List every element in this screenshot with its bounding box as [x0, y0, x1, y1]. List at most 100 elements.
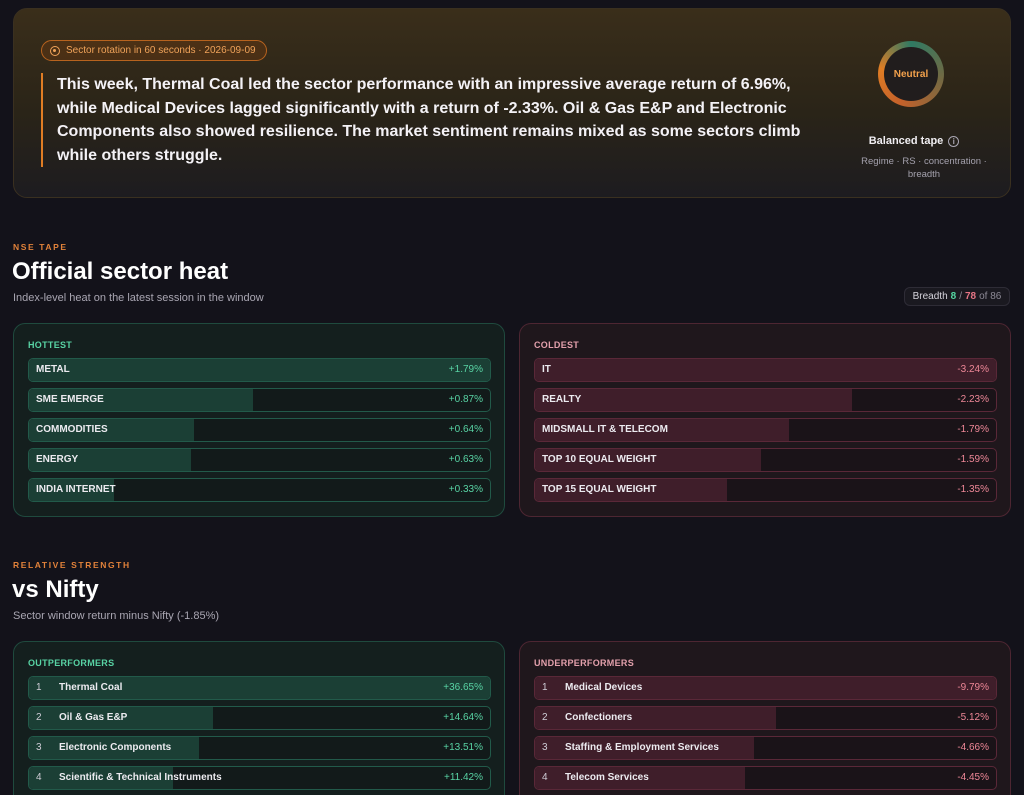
sector-row[interactable]: MIDSMALL IT & TELECOM -1.79% — [534, 418, 997, 442]
sector-row[interactable]: COMMODITIES +0.64% — [28, 418, 491, 442]
gauge-label: Neutral — [884, 47, 938, 101]
sector-name: Oil & Gas E&P — [59, 712, 128, 723]
sector-row[interactable]: 3 Electronic Components +13.51% — [28, 736, 491, 760]
breadth-label: Breadth — [912, 291, 948, 302]
coldest-panel: COLDEST IT -3.24% REALTY -2.23% MIDSMALL IT … — [519, 323, 1011, 517]
sector-return: -4.45% — [957, 772, 989, 783]
sector-row[interactable]: INDIA INTERNET +0.33% — [28, 478, 491, 502]
rank-number: 3 — [542, 742, 548, 753]
sector-return: +0.64% — [448, 424, 483, 435]
sector-return: +1.79% — [448, 364, 483, 375]
rank-number: 4 — [542, 772, 548, 783]
strength-bar — [535, 359, 996, 381]
target-icon — [50, 45, 60, 56]
sector-name: SME EMERGE — [36, 394, 104, 405]
pill-text: Sector rotation in 60 seconds · 2026-09-… — [66, 45, 256, 56]
sector-row[interactable]: 2 Confectioners -5.12% — [534, 706, 997, 730]
hottest-panel: HOTTEST METAL +1.79% SME EMERGE +0.87% COMMO… — [13, 323, 505, 517]
sector-return: -4.66% — [957, 742, 989, 753]
rs-subtitle: Sector window return minus Nifty (-1.85%… — [13, 610, 220, 622]
sector-row[interactable]: 2 Oil & Gas E&P +14.64% — [28, 706, 491, 730]
summary-text: This week, Thermal Coal led the sector p… — [41, 73, 801, 167]
sector-row[interactable]: METAL +1.79% — [28, 358, 491, 382]
tape-title-text: Balanced tape — [868, 135, 944, 147]
sector-rotation-pill[interactable]: Sector rotation in 60 seconds · 2026-09-… — [41, 40, 267, 61]
breadth-sep: / — [959, 291, 962, 302]
tape-subtitle: Regime · RS · concentration · breadth — [861, 156, 987, 180]
heat-subtitle: Index-level heat on the latest session i… — [13, 292, 264, 304]
sector-name: Electronic Components — [59, 742, 172, 753]
sector-return: +0.63% — [448, 454, 483, 465]
sector-return: -1.59% — [957, 454, 989, 465]
sector-return: -9.79% — [957, 682, 989, 693]
sector-name: REALTY — [542, 394, 582, 405]
rank-number: 1 — [36, 682, 42, 693]
breadth-up: 8 — [950, 291, 957, 302]
sector-row[interactable]: 3 Staffing & Employment Services -4.66% — [534, 736, 997, 760]
rank-number: 1 — [542, 682, 548, 693]
sector-name: TOP 10 EQUAL WEIGHT — [542, 454, 657, 465]
sector-name: IT — [542, 364, 551, 375]
sector-return: +36.65% — [443, 682, 483, 693]
heat-eyebrow: NSE TAPE — [13, 242, 68, 252]
hottest-list: METAL +1.79% SME EMERGE +0.87% COMMODITIES +0… — [28, 358, 491, 508]
sector-row[interactable]: TOP 15 EQUAL WEIGHT -1.35% — [534, 478, 997, 502]
sector-row[interactable]: TOP 10 EQUAL WEIGHT -1.59% — [534, 448, 997, 472]
sector-return: -3.24% — [957, 364, 989, 375]
sector-name: Medical Devices — [565, 682, 643, 693]
sector-name: Telecom Services — [565, 772, 649, 783]
sector-row[interactable]: 4 Scientific & Technical Instruments +11.4… — [28, 766, 491, 790]
sector-rotation-summary-card: Sector rotation in 60 seconds · 2026-09-… — [13, 8, 1011, 198]
underperformers-panel: UNDERPERFORMERS 1 Medical Devices -9.79% 2 C… — [519, 641, 1011, 795]
sector-row[interactable]: SME EMERGE +0.87% — [28, 388, 491, 412]
strength-bar — [29, 359, 490, 381]
sector-name: Confectioners — [565, 712, 633, 723]
sector-name: TOP 15 EQUAL WEIGHT — [542, 484, 657, 495]
sector-name: METAL — [36, 364, 70, 375]
sector-name: INDIA INTERNET — [36, 484, 116, 495]
underperformers-label: UNDERPERFORMERS — [534, 658, 635, 668]
outperformers-label: OUTPERFORMERS — [28, 658, 115, 668]
sector-name: Thermal Coal — [59, 682, 123, 693]
hottest-label: HOTTEST — [28, 340, 73, 350]
sector-name: Staffing & Employment Services — [565, 742, 719, 753]
sector-return: +14.64% — [443, 712, 483, 723]
rank-number: 4 — [36, 772, 42, 783]
sector-return: -1.79% — [957, 424, 989, 435]
rank-number: 2 — [542, 712, 548, 723]
strength-bar — [535, 389, 853, 411]
sector-return: +0.33% — [448, 484, 483, 495]
sector-name: MIDSMALL IT & TELECOM — [542, 424, 668, 435]
sector-return: -5.12% — [957, 712, 989, 723]
sector-row[interactable]: REALTY -2.23% — [534, 388, 997, 412]
sentiment-gauge: Neutral — [878, 41, 944, 107]
sector-return: +11.42% — [443, 772, 483, 783]
rs-title: vs Nifty — [12, 576, 99, 603]
sector-return: -1.35% — [957, 484, 989, 495]
sector-name: Scientific & Technical Instruments — [59, 772, 222, 783]
tape-title: Balanced tape i — [834, 135, 994, 147]
sector-name: ENERGY — [36, 454, 79, 465]
outperformers-panel: OUTPERFORMERS 1 Thermal Coal +36.65% 2 Oil &… — [13, 641, 505, 795]
heat-title: Official sector heat — [12, 258, 229, 285]
coldest-list: IT -3.24% REALTY -2.23% MIDSMALL IT & TELECO… — [534, 358, 997, 508]
sector-row[interactable]: IT -3.24% — [534, 358, 997, 382]
outperformers-list: 1 Thermal Coal +36.65% 2 Oil & Gas E&P +14.64… — [28, 676, 491, 795]
sector-row[interactable]: 4 Telecom Services -4.45% — [534, 766, 997, 790]
sector-row[interactable]: ENERGY +0.63% — [28, 448, 491, 472]
rank-number: 3 — [36, 742, 42, 753]
coldest-label: COLDEST — [534, 340, 580, 350]
sector-return: +13.51% — [443, 742, 483, 753]
rank-number: 2 — [36, 712, 42, 723]
breadth-total: of 86 — [979, 291, 1002, 302]
sector-name: COMMODITIES — [36, 424, 108, 435]
underperformers-list: 1 Medical Devices -9.79% 2 Confectioners -5.1… — [534, 676, 997, 795]
breadth-badge: Breadth 8 / 78 of 86 — [904, 287, 1010, 306]
sector-return: -2.23% — [957, 394, 989, 405]
rs-eyebrow: RELATIVE STRENGTH — [13, 560, 131, 570]
sector-return: +0.87% — [448, 394, 483, 405]
sector-row[interactable]: 1 Medical Devices -9.79% — [534, 676, 997, 700]
sector-row[interactable]: 1 Thermal Coal +36.65% — [28, 676, 491, 700]
breadth-down: 78 — [965, 291, 977, 302]
info-icon[interactable]: i — [948, 135, 960, 147]
